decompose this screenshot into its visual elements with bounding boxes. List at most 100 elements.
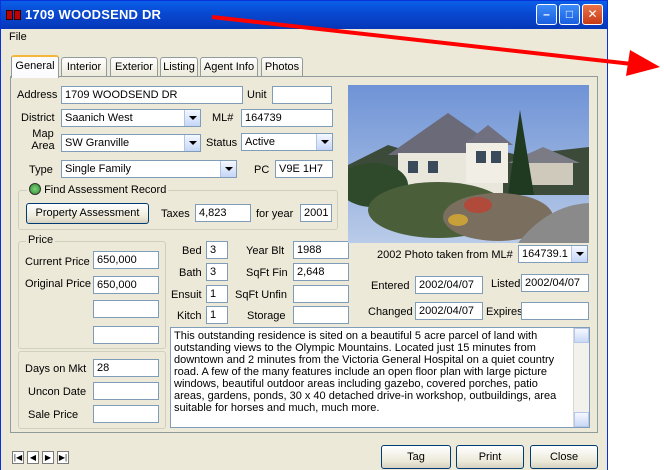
expires-label: Expires: [486, 306, 523, 318]
sqft-fin-field[interactable]: 2,648: [293, 263, 349, 281]
year-built-label: Year Blt: [246, 245, 285, 257]
remarks-textarea[interactable]: This outstanding residence is sited on a…: [170, 327, 590, 428]
ml-field[interactable]: 164739: [241, 109, 333, 127]
remarks-text: This outstanding residence is sited on a…: [174, 330, 557, 414]
bed-field[interactable]: 3: [206, 241, 228, 259]
tag-button[interactable]: Tag: [381, 445, 451, 469]
globe-icon: [29, 183, 41, 195]
original-price-field[interactable]: 650,000: [93, 276, 159, 294]
sale-price-field[interactable]: [93, 405, 159, 423]
address-label: Address: [17, 89, 58, 101]
price-group-title: Price: [26, 234, 56, 246]
for-year-label: for year: [256, 208, 294, 220]
first-record-icon: |◀: [13, 453, 23, 462]
status-select[interactable]: Active: [241, 133, 333, 151]
menu-bar: File: [1, 29, 607, 46]
status-value: Active: [245, 136, 275, 148]
photo-ml-select[interactable]: 164739.1: [518, 245, 588, 263]
tab-agent-info[interactable]: Agent Info: [200, 57, 258, 77]
storage-field[interactable]: [293, 306, 349, 324]
assessment-group-label: Find Assessment Record: [44, 184, 167, 196]
price-extra-field-1[interactable]: [93, 300, 159, 318]
next-record-icon: ▶: [44, 453, 52, 462]
bottom-bar: |◀ ◀ ▶ ▶| Tag Print Close: [1, 439, 607, 470]
original-price-label: Original Price: [25, 278, 92, 290]
taxes-field[interactable]: 4,823: [195, 204, 251, 222]
pc-label: PC: [254, 164, 270, 176]
listed-label: Listed: [491, 278, 521, 290]
scroll-down-icon[interactable]: [574, 412, 589, 427]
window-title: 1709 WOODSEND DR: [25, 7, 162, 22]
current-price-field[interactable]: 650,000: [93, 251, 159, 269]
type-label: Type: [29, 164, 53, 176]
status-label: Status: [206, 137, 238, 149]
ensuit-field[interactable]: 1: [206, 285, 228, 303]
close-button[interactable]: Close: [530, 445, 598, 469]
kitch-label: Kitch: [177, 310, 202, 322]
tab-general[interactable]: General: [11, 55, 59, 78]
print-button[interactable]: Print: [456, 445, 524, 469]
tab-interior[interactable]: Interior: [61, 57, 107, 77]
address-field[interactable]: 1709 WOODSEND DR: [61, 86, 243, 104]
days-on-market-field[interactable]: 28: [93, 359, 159, 377]
chevron-down-icon[interactable]: [316, 134, 332, 150]
year-built-field[interactable]: 1988: [293, 241, 349, 259]
entered-label: Entered: [371, 280, 410, 292]
menu-file[interactable]: File: [9, 31, 27, 43]
first-record-button[interactable]: |◀: [12, 451, 24, 464]
previous-record-button[interactable]: ◀: [27, 451, 39, 464]
book-icon: [6, 8, 22, 22]
scroll-up-icon[interactable]: [574, 328, 589, 343]
maximize-button[interactable]: □: [559, 4, 580, 25]
chevron-down-icon[interactable]: [184, 110, 200, 126]
title-bar[interactable]: 1709 WOODSEND DR – □ ✕: [1, 1, 607, 29]
last-record-button[interactable]: ▶|: [57, 451, 69, 464]
ensuit-label: Ensuit: [171, 289, 202, 301]
district-label: District: [21, 112, 55, 124]
changed-field[interactable]: 2002/04/07: [415, 302, 483, 320]
listing-window: 1709 WOODSEND DR – □ ✕ File General Inte…: [0, 0, 608, 470]
uncon-date-field[interactable]: [93, 382, 159, 400]
remarks-scrollbar[interactable]: [573, 328, 589, 427]
photo-ml-value: 164739.1: [522, 248, 568, 260]
chevron-down-icon[interactable]: [571, 246, 587, 262]
storage-label: Storage: [247, 310, 286, 322]
map-area-select[interactable]: SW Granville: [61, 134, 201, 152]
property-photo: [348, 85, 589, 243]
tax-year-field[interactable]: 2001: [300, 204, 332, 222]
bed-label: Bed: [182, 245, 202, 257]
current-price-label: Current Price: [25, 256, 90, 268]
sqft-unfin-field[interactable]: [293, 285, 349, 303]
tab-listing[interactable]: Listing: [160, 57, 198, 77]
pc-field[interactable]: V9E 1H7: [275, 160, 333, 178]
property-assessment-button[interactable]: Property Assessment: [26, 203, 149, 224]
expires-field[interactable]: [521, 302, 589, 320]
kitch-field[interactable]: 1: [206, 306, 228, 324]
type-value: Single Family: [65, 163, 132, 175]
minimize-button[interactable]: –: [536, 4, 557, 25]
tab-exterior[interactable]: Exterior: [110, 57, 158, 77]
chevron-down-icon[interactable]: [220, 161, 236, 177]
map-area-label: Map Area: [31, 128, 55, 152]
ml-label: ML#: [212, 112, 234, 124]
bath-label: Bath: [179, 267, 202, 279]
entered-field[interactable]: 2002/04/07: [415, 276, 483, 294]
days-on-market-label: Days on Mkt: [25, 363, 87, 375]
tab-photos[interactable]: Photos: [261, 57, 303, 77]
type-select[interactable]: Single Family: [61, 160, 237, 178]
sqft-fin-label: SqFt Fin: [246, 267, 288, 279]
uncon-date-label: Uncon Date: [28, 386, 87, 398]
chevron-down-icon[interactable]: [184, 135, 200, 151]
previous-record-icon: ◀: [29, 453, 37, 462]
district-select[interactable]: Saanich West: [61, 109, 201, 127]
bath-field[interactable]: 3: [206, 263, 228, 281]
listed-field[interactable]: 2002/04/07: [521, 274, 589, 292]
unit-label: Unit: [247, 89, 267, 101]
sqft-unfin-label: SqFt Unfin: [235, 289, 287, 301]
price-extra-field-2[interactable]: [93, 326, 159, 344]
unit-field[interactable]: [272, 86, 332, 104]
district-value: Saanich West: [65, 112, 133, 124]
next-record-button[interactable]: ▶: [42, 451, 54, 464]
house-photo-image: [348, 85, 589, 243]
close-window-button[interactable]: ✕: [582, 4, 603, 25]
